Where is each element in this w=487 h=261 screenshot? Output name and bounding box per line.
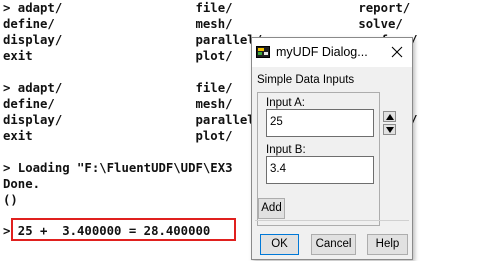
console-line: () (3, 193, 18, 207)
help-button[interactable]: Help (367, 234, 408, 255)
arrow-down-icon (386, 127, 394, 133)
input-b-value: 3.4 (270, 163, 286, 175)
input-a-label: Input A: (266, 97, 306, 109)
add-button[interactable]: Add (258, 198, 285, 219)
console-window: > adapt/ file/ report/ define/ mesh/ sol… (0, 0, 487, 261)
input-b-label: Input B: (266, 144, 306, 156)
divider (255, 220, 409, 221)
dialog-body: Simple Data Inputs Input A: 25 Input B: … (252, 67, 412, 259)
console-line: define/ mesh/ solve/ (3, 17, 403, 31)
dialog-titlebar[interactable]: myUDF Dialog... (252, 38, 412, 67)
ok-button[interactable]: OK (260, 234, 299, 255)
input-a-value: 25 (270, 116, 283, 128)
myudf-dialog: myUDF Dialog... Simple Data Inputs Input… (251, 37, 413, 260)
close-button[interactable] (386, 42, 408, 62)
result-highlight-box (11, 218, 236, 241)
console-line: > adapt/ file/ report/ (3, 1, 411, 15)
group-label: Simple Data Inputs (257, 74, 355, 86)
close-icon (391, 46, 403, 58)
input-a-field[interactable]: 25 (266, 109, 374, 137)
input-b-field[interactable]: 3.4 (266, 156, 374, 184)
arrow-up-icon (386, 114, 394, 120)
console-line: > Loading "F:\FluentUDF\UDF\EX3 (3, 161, 233, 175)
dialog-app-icon (256, 45, 270, 59)
spin-up-button[interactable] (383, 111, 396, 122)
console-line: Done. (3, 177, 41, 191)
spin-down-button[interactable] (383, 124, 396, 135)
dialog-title: myUDF Dialog... (276, 45, 368, 59)
cancel-button[interactable]: Cancel (311, 234, 356, 255)
